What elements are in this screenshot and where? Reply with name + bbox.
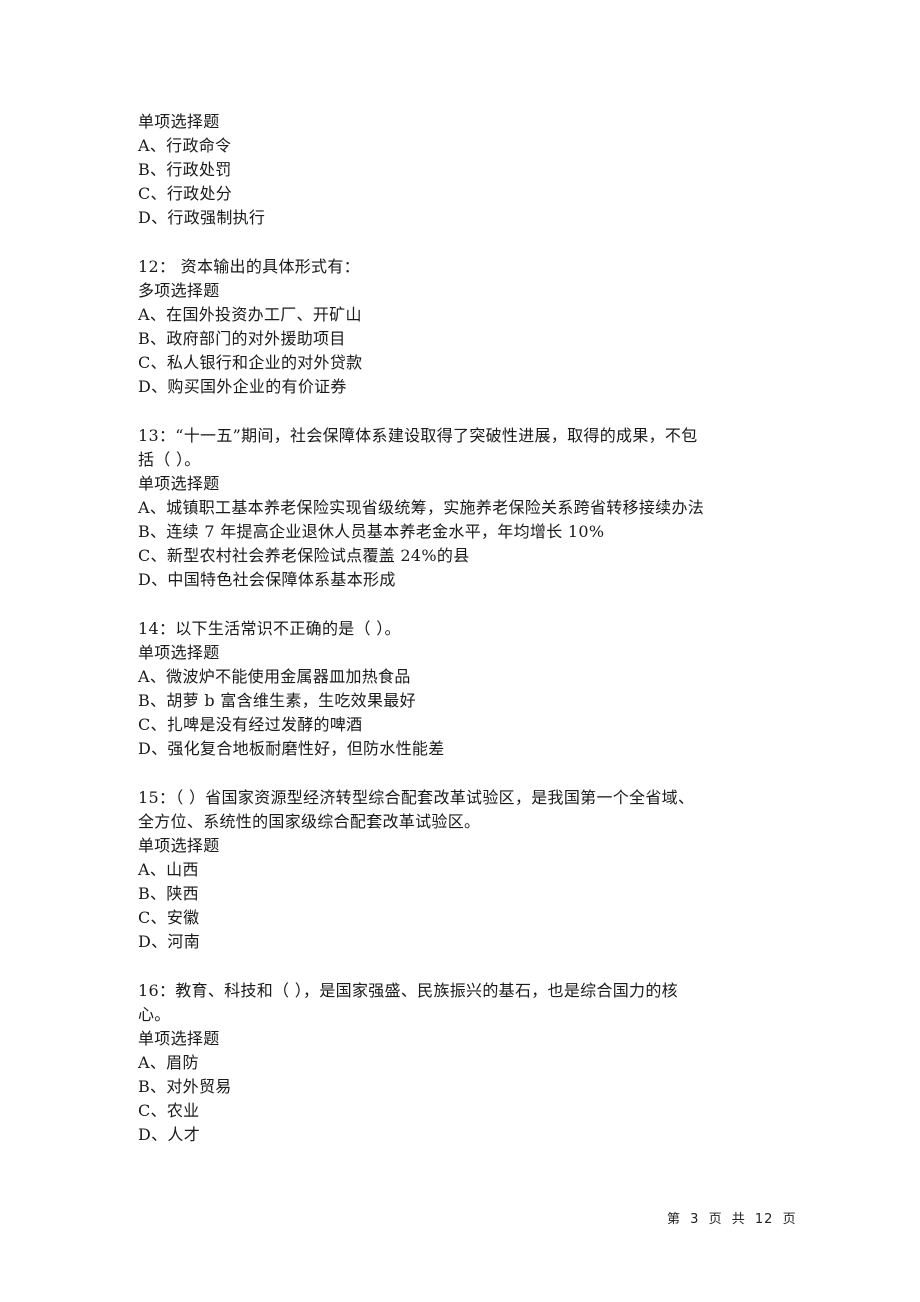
question-stem: 13：“十一五”期间，社会保障体系建设取得了突破性进展，取得的成果，不包: [138, 426, 698, 445]
option-b: B、对外贸易: [138, 1077, 232, 1096]
option-d: D、人才: [138, 1125, 201, 1144]
option-d: D、中国特色社会保障体系基本形成: [138, 570, 396, 589]
question-stem-cont: 全方位、系统性的国家级综合配套改革试验区。: [138, 812, 481, 831]
question-12: 12： 资本输出的具体形式有： 多项选择题 A、在国外投资办工厂、开矿山 B、政…: [138, 255, 798, 399]
option-a: A、山西: [138, 860, 199, 879]
option-c: C、私人银行和企业的对外贷款: [138, 353, 363, 372]
question-type: 单项选择题: [138, 643, 220, 662]
current-page-number: 3: [690, 1212, 700, 1227]
question-stem: 16：教育、科技和（ ），是国家强盛、民族振兴的基石，也是综合国力的核: [138, 981, 678, 1000]
footer-suffix: 页: [782, 1212, 797, 1227]
option-d: D、购买国外企业的有价证券: [138, 377, 347, 396]
question-stem: 14：以下生活常识不正确的是（ ）。: [138, 619, 401, 638]
option-d: D、行政强制执行: [138, 208, 266, 227]
option-d: D、河南: [138, 932, 201, 951]
question-type: 单项选择题: [138, 836, 220, 855]
option-a: A、在国外投资办工厂、开矿山: [138, 305, 362, 324]
option-c: C、扎啤是没有经过发酵的啤酒: [138, 715, 363, 734]
option-a: A、眉防: [138, 1053, 199, 1072]
document-page: 单项选择题 A、行政命令 B、行政处罚 C、行政处分 D、行政强制执行 12： …: [138, 110, 798, 1147]
question-14: 14：以下生活常识不正确的是（ ）。 单项选择题 A、微波炉不能使用金属器皿加热…: [138, 617, 798, 761]
question-15: 15：（ ）省国家资源型经济转型综合配套改革试验区，是我国第一个全省域、 全方位…: [138, 786, 798, 954]
option-b: B、陕西: [138, 884, 199, 903]
question-stem: 12： 资本输出的具体形式有：: [138, 257, 360, 276]
option-a: A、城镇职工基本养老保险实现省级统筹，实施养老保险关系跨省转移接续办法: [138, 498, 705, 517]
footer-total-label: 共: [731, 1212, 746, 1227]
question-13: 13：“十一五”期间，社会保障体系建设取得了突破性进展，取得的成果，不包 括（ …: [138, 424, 798, 592]
question-16: 16：教育、科技和（ ），是国家强盛、民族振兴的基石，也是综合国力的核 心。 单…: [138, 979, 798, 1147]
option-b: B、政府部门的对外援助项目: [138, 329, 346, 348]
question-type: 单项选择题: [138, 474, 220, 493]
option-a: A、微波炉不能使用金属器皿加热食品: [138, 667, 411, 686]
question-type: 单项选择题: [138, 1029, 220, 1048]
total-pages-number: 12: [754, 1212, 774, 1227]
option-b: B、胡萝 b 富含维生素，生吃效果最好: [138, 691, 416, 710]
question-11-continued: 单项选择题 A、行政命令 B、行政处罚 C、行政处分 D、行政强制执行: [138, 110, 798, 230]
question-stem: 15：（ ）省国家资源型经济转型综合配套改革试验区，是我国第一个全省域、: [138, 788, 695, 807]
option-c: C、安徽: [138, 908, 200, 927]
footer-page-label: 页: [708, 1212, 723, 1227]
option-b: B、行政处罚: [138, 160, 232, 179]
option-a: A、行政命令: [138, 136, 232, 155]
option-b: B、连续 7 年提高企业退休人员基本养老金水平，年均增长 10%: [138, 522, 605, 541]
question-type: 单项选择题: [138, 112, 220, 131]
question-stem-cont: 心。: [138, 1005, 171, 1024]
option-d: D、强化复合地板耐磨性好，但防水性能差: [138, 739, 445, 758]
page-footer: 第 3 页 共 12 页: [667, 1208, 801, 1227]
option-c: C、农业: [138, 1101, 200, 1120]
option-c: C、行政处分: [138, 184, 233, 203]
question-stem-cont: 括（ ）。: [138, 450, 201, 469]
question-type: 多项选择题: [138, 281, 220, 300]
footer-prefix: 第: [667, 1212, 682, 1227]
option-c: C、新型农村社会养老保险试点覆盖 24%的县: [138, 546, 470, 565]
